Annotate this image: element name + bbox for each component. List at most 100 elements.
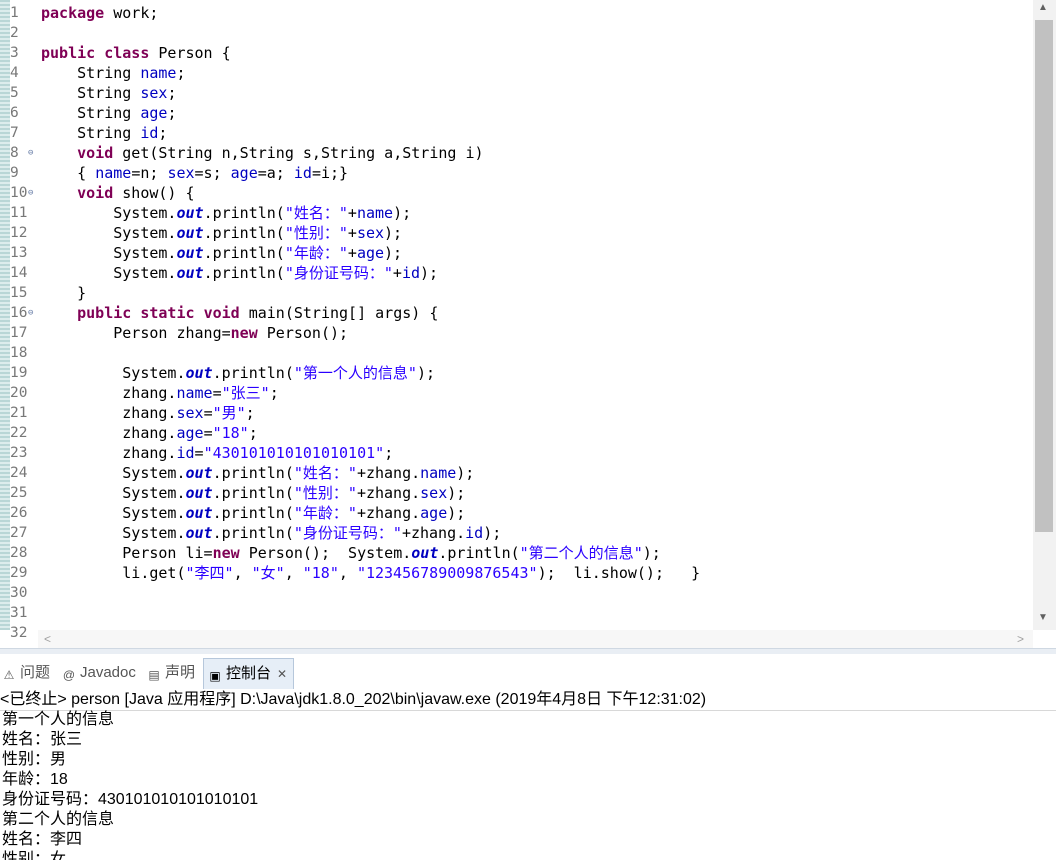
tab-problems[interactable]: ⚠ 问题	[2, 658, 50, 688]
tab-javadoc[interactable]: @ Javadoc	[62, 658, 136, 688]
code-line[interactable]: 16 ⊖ public static void main(String[] arg…	[0, 303, 1032, 323]
code-line[interactable]: 26 System.out.println("年龄："+zhang.age);	[0, 503, 1032, 523]
scroll-down-icon[interactable]: ▼	[1038, 612, 1048, 623]
code-text: System.out.println("年龄："+zhang.age);	[41, 504, 466, 522]
tab-console[interactable]: ▣ 控制台 ✕	[203, 658, 295, 689]
code-text: li.get("李四", "女", "18", "123456789009876…	[41, 564, 701, 582]
code-line[interactable]: 8 ⊖ void get(String n,String s,String a,S…	[0, 143, 1032, 163]
code-text: zhang.age="18";	[41, 424, 258, 442]
code-text: zhang.name="张三";	[41, 384, 279, 402]
code-line[interactable]: 27 System.out.println("身份证号码："+zhang.id)…	[0, 523, 1032, 543]
code-line[interactable]: 18	[0, 343, 1032, 363]
code-line[interactable]: 5 String sex;	[0, 83, 1032, 103]
tab-label: 控制台	[226, 665, 272, 682]
code-line[interactable]: 17 Person zhang=new Person();	[0, 323, 1032, 343]
code-text: { name=n; sex=s; age=a; id=i;}	[41, 164, 349, 182]
code-line[interactable]: 9 { name=n; sex=s; age=a; id=i;}	[0, 163, 1032, 183]
line-number: 28	[10, 545, 28, 561]
code-line[interactable]: 2	[0, 23, 1032, 43]
code-line[interactable]: 15 }	[0, 283, 1032, 303]
code-text: System.out.println("性别："+sex);	[41, 224, 403, 242]
code-text: System.out.println("姓名："+name);	[41, 204, 412, 222]
line-number: 19	[10, 365, 28, 381]
code-line[interactable]: 30	[0, 583, 1032, 603]
code-text: System.out.println("身份证号码："+zhang.id);	[41, 524, 502, 542]
code-line[interactable]: 21 zhang.sex="男";	[0, 403, 1032, 423]
code-line[interactable]: 3 public class Person {	[0, 43, 1032, 63]
code-line[interactable]: 7 String id;	[0, 123, 1032, 143]
code-line[interactable]: 13 System.out.println("年龄："+age);	[0, 243, 1032, 263]
code-text: }	[41, 284, 87, 302]
code-text: String age;	[41, 104, 177, 122]
horizontal-scrollbar[interactable]	[38, 630, 1033, 648]
line-number: 7	[10, 125, 19, 141]
tab-declaration[interactable]: ▤ 声明	[147, 658, 195, 688]
code-line[interactable]: 29 li.get("李四", "女", "18", "123456789009…	[0, 563, 1032, 583]
code-line[interactable]: 19 System.out.println("第一个人的信息");	[0, 363, 1032, 383]
code-line[interactable]: 31	[0, 603, 1032, 623]
scroll-left-icon[interactable]: <	[44, 632, 51, 646]
line-number: 1	[10, 5, 19, 21]
console-line: 姓名：李四	[2, 831, 83, 848]
editor-divider	[0, 648, 1056, 654]
line-number: 30	[10, 585, 28, 601]
console-icon: ▣	[209, 669, 221, 683]
line-number: 25	[10, 485, 28, 501]
code-line[interactable]: 6 String age;	[0, 103, 1032, 123]
line-number: 21	[10, 405, 28, 421]
line-number: 8	[10, 145, 19, 161]
console-line: 姓名：张三	[2, 731, 83, 748]
code-line[interactable]: 20 zhang.name="张三";	[0, 383, 1032, 403]
console-line: 第二个人的信息	[2, 811, 115, 828]
fold-toggle-icon[interactable]: ⊖	[28, 303, 38, 323]
line-number: 14	[10, 265, 28, 281]
line-number: 9	[10, 165, 19, 181]
code-line[interactable]: 10 ⊖ void show() {	[0, 183, 1032, 203]
line-number: 4	[10, 65, 19, 81]
scroll-up-icon[interactable]: ▲	[1038, 2, 1048, 13]
code-line[interactable]: 4 String name;	[0, 63, 1032, 83]
code-text: public class Person {	[41, 44, 231, 62]
code-line[interactable]: 1 package work;	[0, 3, 1032, 23]
fold-toggle-icon[interactable]: ⊖	[28, 143, 38, 163]
line-number: 16	[10, 305, 28, 321]
code-line[interactable]: 12 System.out.println("性别："+sex);	[0, 223, 1032, 243]
tab-label: 问题	[20, 664, 51, 681]
tab-label: Javadoc	[80, 664, 136, 681]
line-number: 31	[10, 605, 28, 621]
console-output[interactable]: 第一个人的信息 姓名：张三 性别：男 年龄：18 身份证号码：4301010101010…	[0, 710, 1056, 860]
code-text: System.out.println("年龄："+age);	[41, 244, 403, 262]
line-number: 13	[10, 245, 28, 261]
line-number: 10	[10, 185, 28, 201]
line-number: 23	[10, 445, 28, 461]
code-line[interactable]: 14 System.out.println("身份证号码："+id);	[0, 263, 1032, 283]
line-number: 18	[10, 345, 28, 361]
console-line: 年龄：18	[2, 771, 68, 788]
tab-label: 声明	[165, 664, 196, 681]
problems-icon: ⚠	[3, 668, 15, 682]
code-line[interactable]: 11 System.out.println("姓名："+name);	[0, 203, 1032, 223]
console-line: 身份证号码：430101010101010101	[2, 791, 259, 808]
code-line[interactable]: 24 System.out.println("姓名："+zhang.name);	[0, 463, 1032, 483]
code-area[interactable]: 1 package work; 2 3 public class Person {4 S…	[0, 3, 1032, 643]
code-text: System.out.println("第一个人的信息");	[41, 364, 435, 382]
code-editor[interactable]: 1 package work; 2 3 public class Person {4 S…	[0, 0, 1056, 650]
close-icon[interactable]: ✕	[277, 667, 287, 681]
console-line: 第一个人的信息	[2, 711, 115, 728]
code-line[interactable]: 22 zhang.age="18";	[0, 423, 1032, 443]
line-number: 12	[10, 225, 28, 241]
code-text: void get(String n,String s,String a,Stri…	[77, 144, 484, 162]
fold-toggle-icon[interactable]: ⊖	[28, 183, 38, 203]
code-line[interactable]: 25 System.out.println("性别："+zhang.sex);	[0, 483, 1032, 503]
code-line[interactable]: 23 zhang.id="430101010101010101";	[0, 443, 1032, 463]
console-status-header: <已终止> person [Java 应用程序] D:\Java\jdk1.8.…	[0, 689, 1056, 711]
line-number: 29	[10, 565, 28, 581]
line-number: 5	[10, 85, 19, 101]
code-text: System.out.println("身份证号码："+id);	[41, 264, 439, 282]
vertical-scrollbar-thumb[interactable]	[1035, 20, 1053, 532]
scroll-right-icon[interactable]: >	[1017, 632, 1024, 646]
line-number: 3	[10, 45, 19, 61]
code-text: System.out.println("性别："+zhang.sex);	[41, 484, 466, 502]
code-line[interactable]: 28 Person li=new Person(); System.out.pr…	[0, 543, 1032, 563]
code-text: String name;	[41, 64, 186, 82]
